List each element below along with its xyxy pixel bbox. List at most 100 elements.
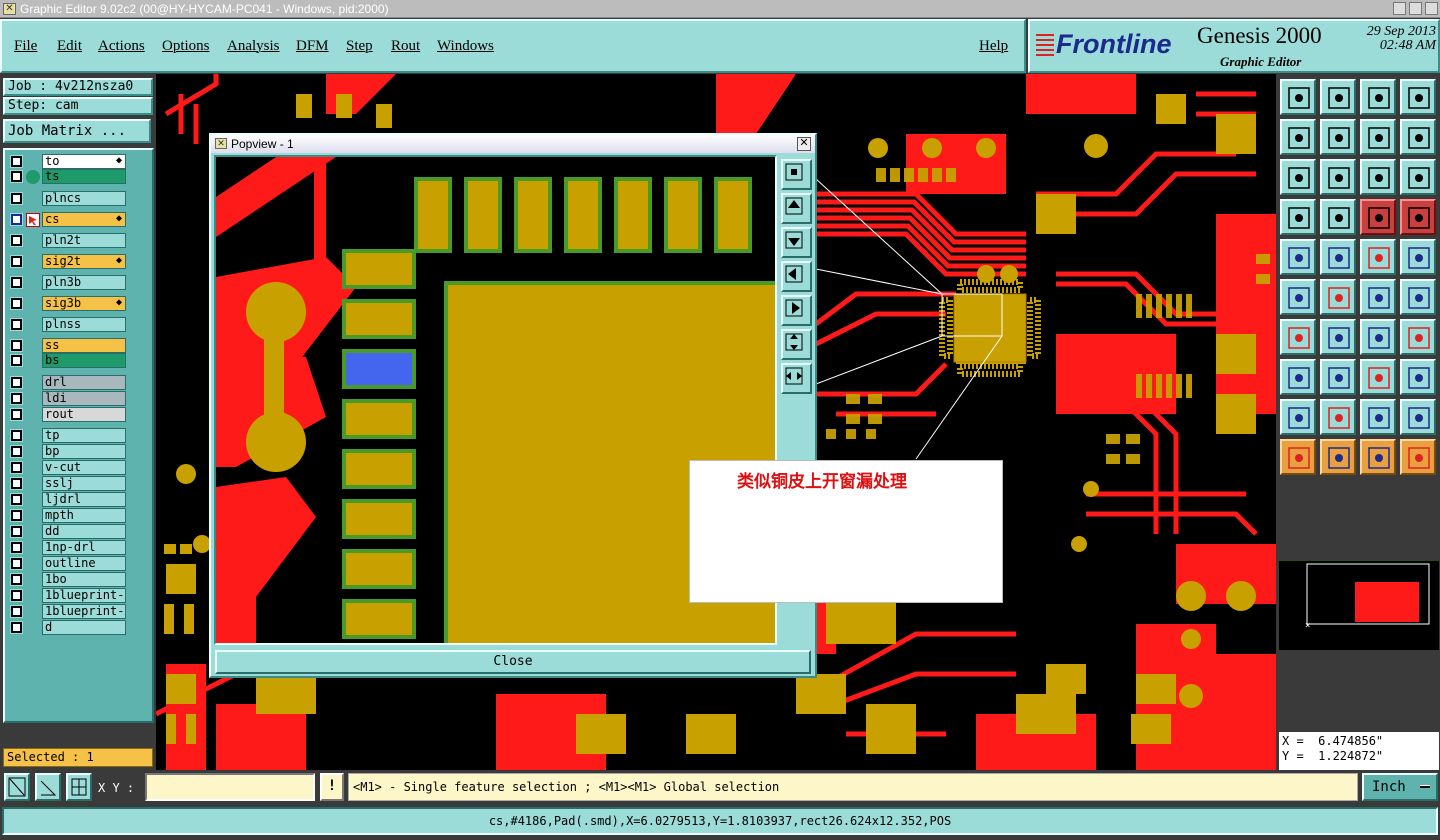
shapes-icon[interactable] — [1400, 359, 1436, 395]
layer-checkbox[interactable] — [10, 525, 23, 538]
grid-icon[interactable] — [1320, 199, 1356, 235]
layer-checkbox[interactable] — [10, 170, 23, 183]
zoom-in-icon[interactable] — [1320, 79, 1356, 115]
angle-icon[interactable] — [35, 773, 61, 801]
menu-analysis[interactable]: Analysis — [227, 38, 280, 55]
pan-left-icon[interactable] — [1280, 119, 1316, 155]
menu-options[interactable]: Options — [162, 38, 210, 55]
zoom-house-icon[interactable] — [1360, 79, 1396, 115]
layer-checkbox[interactable] — [10, 461, 23, 474]
flip-icon[interactable] — [1400, 319, 1436, 355]
layers-red-icon[interactable] — [1360, 199, 1396, 235]
layer-row-d[interactable]: d — [8, 620, 152, 635]
fit-all-icon[interactable] — [1280, 159, 1316, 195]
close-window-button[interactable] — [1425, 2, 1438, 15]
layers-red2-icon[interactable] — [1400, 199, 1436, 235]
layer-row-dd[interactable]: dd — [8, 524, 152, 539]
pointer-select-icon[interactable] — [1360, 439, 1396, 475]
layer-row-plnss[interactable]: plnss — [8, 317, 152, 332]
maximize-button[interactable] — [1409, 2, 1422, 15]
layer-row-mpth[interactable]: mpth — [8, 508, 152, 523]
layer-checkbox[interactable] — [10, 445, 23, 458]
layer-row-ljdrl[interactable]: ljdrl — [8, 492, 152, 507]
layer-row-v-cut[interactable]: v-cut — [8, 460, 152, 475]
popview-fit-icon[interactable] — [781, 329, 812, 360]
layer-checkbox[interactable] — [10, 429, 23, 442]
layer-checkbox[interactable] — [10, 339, 23, 352]
pointer-icon[interactable] — [1280, 439, 1316, 475]
layer-row-1np-drl[interactable]: 1np-drl — [8, 540, 152, 555]
layer-row-drl[interactable]: drl — [8, 375, 152, 390]
layer-row-tp[interactable]: tp — [8, 428, 152, 443]
layer-row-sig3b[interactable]: sig3b ◆ — [8, 296, 152, 311]
layer-checkbox[interactable] — [10, 509, 23, 522]
units-select[interactable]: Inch — [1362, 773, 1438, 801]
zoom-window-icon[interactable] — [1400, 79, 1436, 115]
line-icon[interactable] — [1320, 359, 1356, 395]
arch-x-icon[interactable] — [1400, 399, 1436, 435]
pointer-box-icon[interactable] — [1320, 439, 1356, 475]
exclamation-icon[interactable]: ! — [320, 773, 344, 801]
popview-center-icon[interactable] — [781, 363, 812, 394]
snap-line-icon[interactable] — [1360, 279, 1396, 315]
layer-checkbox[interactable] — [10, 392, 23, 405]
scale-1to2-icon[interactable] — [1360, 159, 1396, 195]
popview-close-icon[interactable]: ✕ — [797, 137, 811, 151]
layer-row-plncs[interactable]: plncs — [8, 191, 152, 206]
popview-pan-left-icon[interactable] — [781, 261, 812, 292]
layer-checkbox[interactable] — [10, 213, 23, 226]
layer-checkbox[interactable] — [10, 408, 23, 421]
popview-pan-up-icon[interactable] — [781, 193, 812, 224]
zoom-home-icon[interactable] — [1280, 79, 1316, 115]
layer-checkbox[interactable] — [10, 589, 23, 602]
layer-checkbox[interactable] — [10, 477, 23, 490]
triangle-icon[interactable] — [1280, 399, 1316, 435]
layer-row-bp[interactable]: bp — [8, 444, 152, 459]
job-matrix-button[interactable]: Job Matrix ... — [3, 119, 151, 143]
arc-icon[interactable] — [1360, 319, 1396, 355]
menu-help[interactable]: Help — [979, 38, 1008, 55]
ruler-icon[interactable] — [1280, 199, 1316, 235]
snap-point-icon[interactable] — [1400, 279, 1436, 315]
menu-dfm[interactable]: DFM — [296, 38, 329, 55]
popview-pan-down-icon[interactable] — [781, 227, 812, 258]
help-icon[interactable] — [1400, 159, 1436, 195]
layer-row-ss[interactable]: ss — [8, 338, 152, 353]
layer-checkbox[interactable] — [10, 605, 23, 618]
layer-row-to[interactable]: to ◆ — [8, 154, 152, 169]
undo-zoom-icon[interactable] — [1360, 119, 1396, 155]
layer-row-pln2t[interactable]: pln2t — [8, 233, 152, 248]
menu-edit[interactable]: Edit — [57, 38, 82, 55]
layer-checkbox[interactable] — [10, 276, 23, 289]
snap-icon[interactable] — [4, 773, 30, 801]
pan-right-icon[interactable] — [1320, 119, 1356, 155]
box-select-icon[interactable] — [1400, 239, 1436, 275]
popview-pan-right-icon[interactable] — [781, 295, 812, 326]
delete-icon[interactable] — [1320, 279, 1356, 315]
triangle-blue-icon[interactable] — [1320, 399, 1356, 435]
layer-row-outline[interactable]: outline — [8, 556, 152, 571]
layer-row-sig2t[interactable]: sig2t ◆ — [8, 254, 152, 269]
layer-row-pln3b[interactable]: pln3b — [8, 275, 152, 290]
layer-checkbox[interactable] — [10, 493, 23, 506]
layer-row-sslj[interactable]: sslj — [8, 476, 152, 491]
minimize-button[interactable] — [1393, 2, 1406, 15]
layer-row-rout[interactable]: rout — [8, 407, 152, 422]
layer-checkbox[interactable] — [10, 155, 23, 168]
menu-step[interactable]: Step — [346, 38, 373, 55]
popview-zoom-icon[interactable] — [781, 159, 812, 190]
add-line-icon[interactable] — [1320, 239, 1356, 275]
layer-row-1blueprint-1[interactable]: 1blueprint-1 — [8, 588, 152, 603]
layer-checkbox[interactable] — [10, 621, 23, 634]
menu-windows[interactable]: Windows — [437, 38, 494, 55]
route-icon[interactable] — [1400, 439, 1436, 475]
overview-map[interactable]: × — [1279, 559, 1439, 650]
layer-checkbox[interactable] — [10, 192, 23, 205]
menu-actions[interactable]: Actions — [98, 38, 145, 55]
layer-row-1bo[interactable]: 1bo — [8, 572, 152, 587]
layer-checkbox[interactable] — [10, 541, 23, 554]
pad-icon[interactable] — [1280, 359, 1316, 395]
layer-checkbox[interactable] — [10, 318, 23, 331]
redraw-icon[interactable] — [1400, 119, 1436, 155]
select-pad-icon[interactable] — [1280, 239, 1316, 275]
